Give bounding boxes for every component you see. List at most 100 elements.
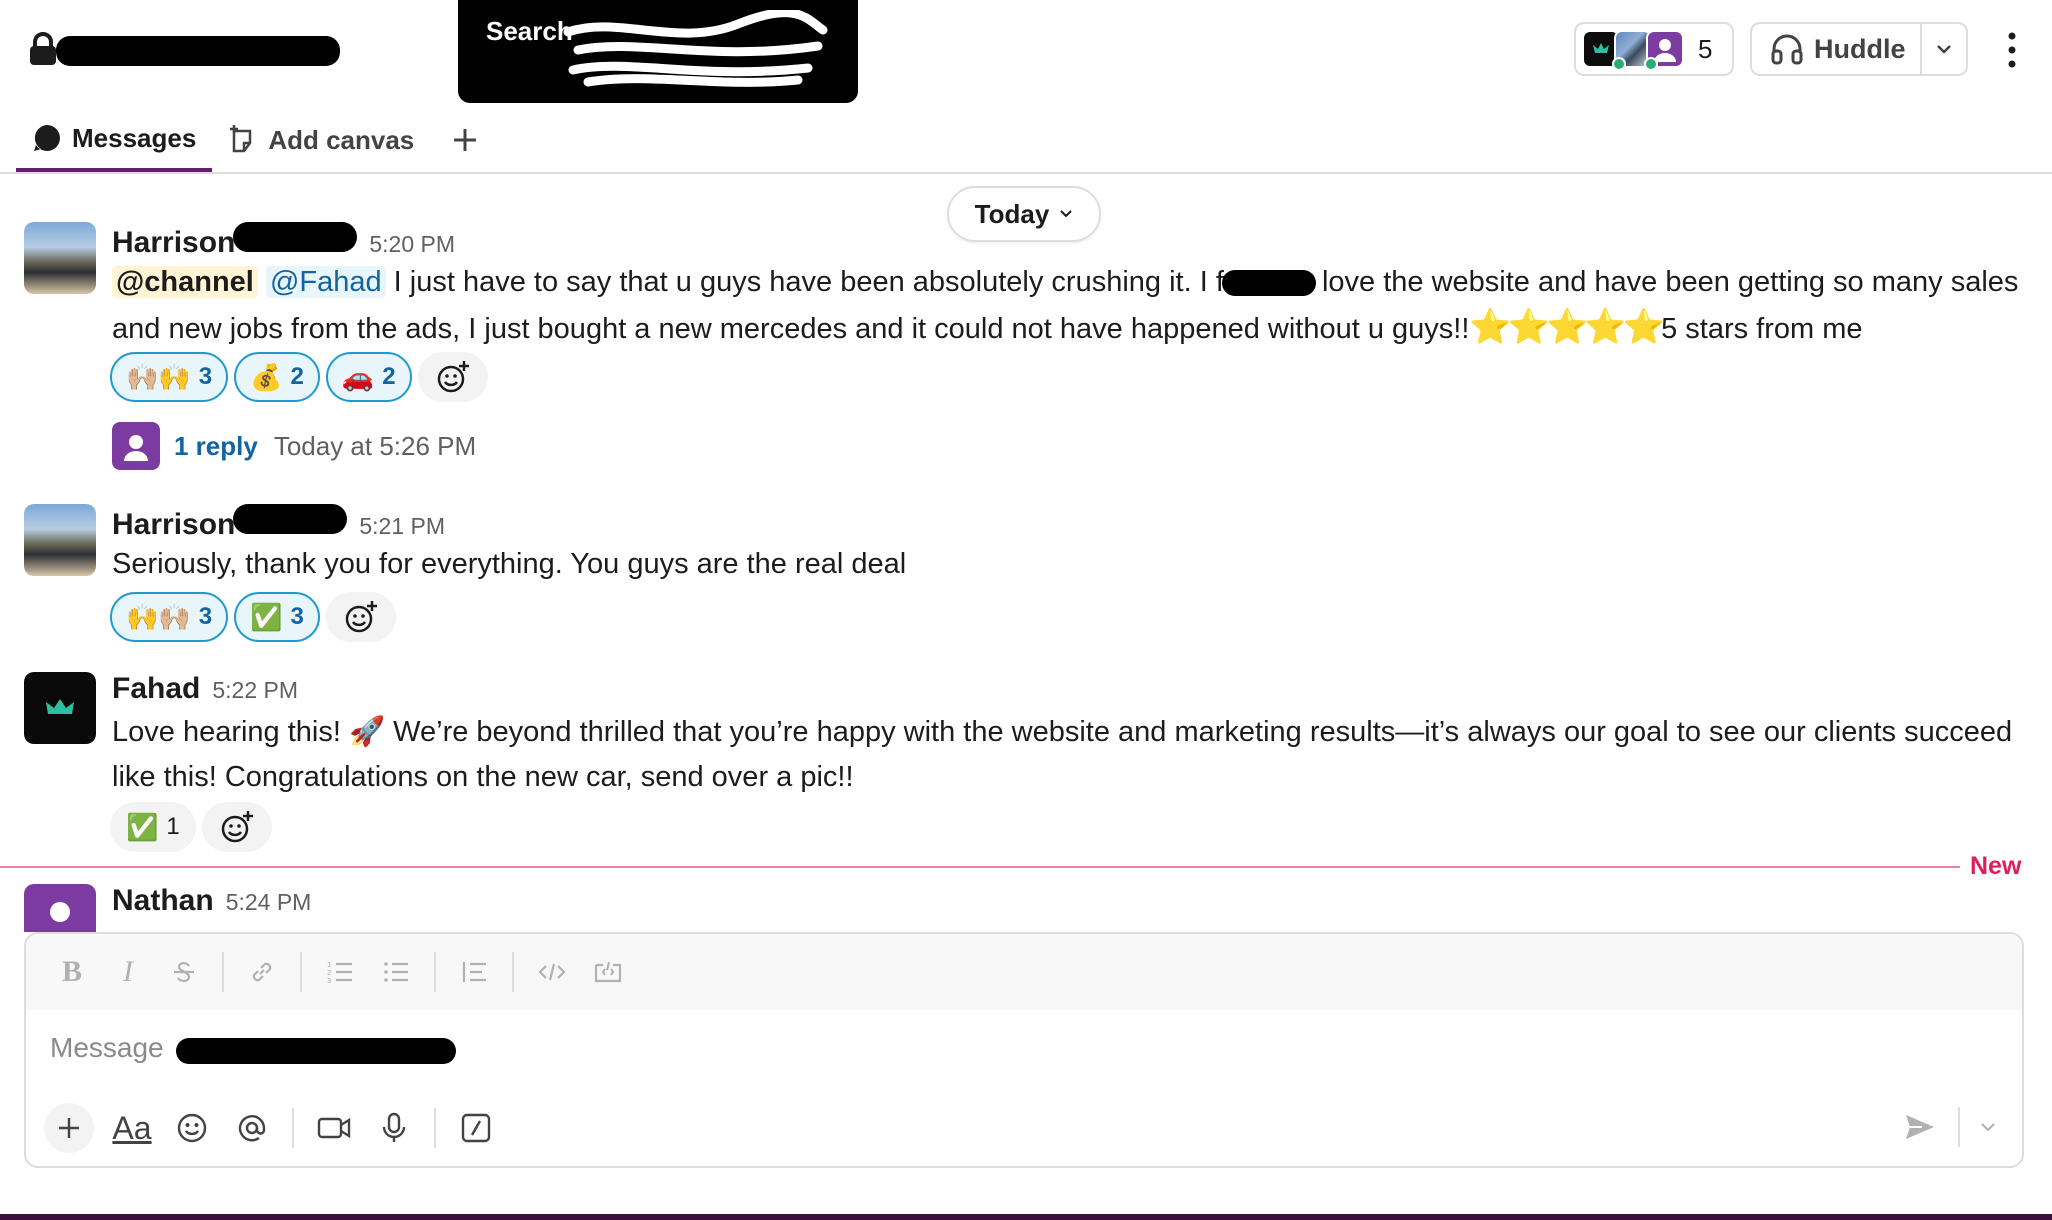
toolbar-divider	[434, 952, 436, 992]
emoji-button[interactable]	[162, 1101, 222, 1155]
date-divider-button[interactable]: Today	[947, 186, 1101, 242]
search-bar[interactable]: Search	[458, 0, 858, 103]
toolbar-divider	[434, 1108, 436, 1148]
avatar[interactable]	[24, 884, 96, 932]
reaction-emoji: ✅	[250, 601, 283, 632]
message-bubble-icon	[34, 125, 60, 151]
schedule-send-button[interactable]	[1968, 1100, 2008, 1154]
channel-tabs: Messages Add canvas	[16, 108, 510, 174]
thread-summary[interactable]: 1 reply Today at 5:26 PM	[112, 422, 476, 470]
add-emoji-icon	[221, 811, 253, 843]
new-messages-label: New	[1970, 852, 2022, 880]
add-reaction-button[interactable]	[201, 802, 272, 852]
microphone-icon	[382, 1112, 406, 1142]
mention-button[interactable]	[222, 1101, 282, 1155]
add-reaction-button[interactable]	[417, 352, 488, 402]
link-icon	[252, 962, 272, 982]
tab-add-canvas[interactable]: Add canvas	[212, 108, 430, 172]
reaction-raising-hands[interactable]: 🙌🏼🙌 3	[110, 352, 229, 402]
reaction-bar: ✅ 1	[110, 802, 272, 852]
message-header: Harrison 5:20 PM	[112, 222, 455, 260]
reaction-count: 3	[198, 603, 213, 630]
chevron-down-icon	[1060, 210, 1073, 218]
reaction-count: 3	[290, 603, 304, 630]
blockquote-button[interactable]	[446, 948, 502, 996]
at-sign-icon	[238, 1115, 266, 1142]
toolbar-divider	[512, 952, 514, 992]
audio-clip-button[interactable]	[364, 1101, 424, 1155]
avatar[interactable]	[24, 672, 96, 744]
tab-add-canvas-label: Add canvas	[268, 124, 415, 155]
message-input[interactable]: Message	[26, 1010, 2022, 1092]
video-camera-icon	[317, 1117, 351, 1139]
channel-mention[interactable]: @channel	[112, 266, 258, 298]
blockquote-icon	[462, 962, 486, 982]
italic-button[interactable]: I	[100, 948, 156, 996]
code-button[interactable]	[524, 948, 580, 996]
message-text: Love hearing this! 🚀 We’re beyond thrill…	[112, 710, 2032, 800]
toolbar-divider	[1958, 1107, 1960, 1147]
member-avatar	[1644, 30, 1684, 71]
message-time[interactable]: 5:22 PM	[212, 677, 298, 704]
reaction-check-mark[interactable]: ✅ 3	[234, 592, 320, 642]
toolbar-divider	[292, 1108, 294, 1148]
bold-button[interactable]: B	[44, 948, 100, 996]
author-name[interactable]: Harrison	[112, 508, 235, 542]
author-name[interactable]: Fahad	[112, 672, 200, 706]
message-time[interactable]: 5:20 PM	[369, 231, 455, 258]
message-text: Seriously, thank you for everything. You…	[112, 548, 907, 580]
bulleted-list-button[interactable]	[368, 948, 424, 996]
message-composer: B I 123 Message Aa	[24, 932, 2024, 1168]
send-group	[1890, 1100, 2008, 1154]
add-reaction-button[interactable]	[325, 592, 396, 642]
placeholder-redaction	[176, 1038, 456, 1064]
lock-icon	[30, 32, 56, 65]
link-button[interactable]	[234, 948, 290, 996]
reaction-money-bag[interactable]: 💰 2	[234, 352, 320, 402]
message-time[interactable]: 5:24 PM	[226, 889, 312, 916]
tab-messages[interactable]: Messages	[16, 108, 213, 172]
send-button[interactable]	[1890, 1100, 1950, 1154]
message-header: Fahad 5:22 PM	[112, 672, 298, 706]
send-icon	[1906, 1115, 1934, 1139]
video-clip-button[interactable]	[304, 1101, 364, 1155]
author-name[interactable]: Harrison	[112, 226, 235, 260]
reaction-check-mark[interactable]: ✅ 1	[110, 802, 196, 852]
rocket-emoji: 🚀	[348, 716, 386, 748]
channel-members-button[interactable]: 5	[1574, 22, 1734, 76]
message-time[interactable]: 5:21 PM	[359, 513, 445, 540]
search-redaction	[563, 10, 828, 87]
reply-count[interactable]: 1 reply	[174, 431, 258, 462]
new-messages-divider	[0, 866, 1960, 868]
ordered-list-button[interactable]: 123	[312, 948, 368, 996]
reply-time: Today at 5:26 PM	[273, 430, 477, 461]
strikethrough-button[interactable]	[156, 948, 212, 996]
channel-name-redacted[interactable]	[56, 36, 340, 66]
svg-text:3: 3	[327, 977, 331, 985]
author-name[interactable]: Nathan	[112, 884, 214, 918]
message-placeholder: Message	[50, 1032, 164, 1063]
tab-messages-label: Messages	[72, 122, 197, 153]
huddle-button[interactable]: Huddle	[1752, 24, 1923, 74]
avatar[interactable]	[24, 222, 96, 294]
headphones-icon	[1771, 34, 1803, 65]
shortcuts-button[interactable]	[446, 1101, 506, 1155]
add-tab-button[interactable]	[430, 108, 510, 172]
formatting-toolbar: B I 123	[26, 934, 2022, 1010]
more-options-icon[interactable]	[2000, 28, 2024, 72]
svg-text:2: 2	[327, 969, 331, 977]
attach-button[interactable]	[44, 1103, 94, 1153]
message-header: Harrison 5:21 PM	[112, 504, 445, 542]
window-bottom-bar	[0, 1214, 2052, 1220]
date-divider-label: Today	[974, 198, 1050, 229]
user-mention[interactable]: @Fahad	[265, 266, 386, 298]
code-block-button[interactable]	[580, 948, 636, 996]
avatar[interactable]	[24, 504, 96, 576]
members-count: 5	[1698, 33, 1713, 64]
huddle-button-group: Huddle	[1750, 22, 1968, 76]
reaction-raising-hands[interactable]: 🙌🙌🏼 3	[110, 592, 229, 642]
plus-icon	[454, 129, 477, 151]
formatting-toggle-button[interactable]: Aa	[102, 1101, 162, 1155]
huddle-options-button[interactable]	[1922, 43, 1966, 55]
reaction-car[interactable]: 🚗 2	[325, 352, 412, 402]
